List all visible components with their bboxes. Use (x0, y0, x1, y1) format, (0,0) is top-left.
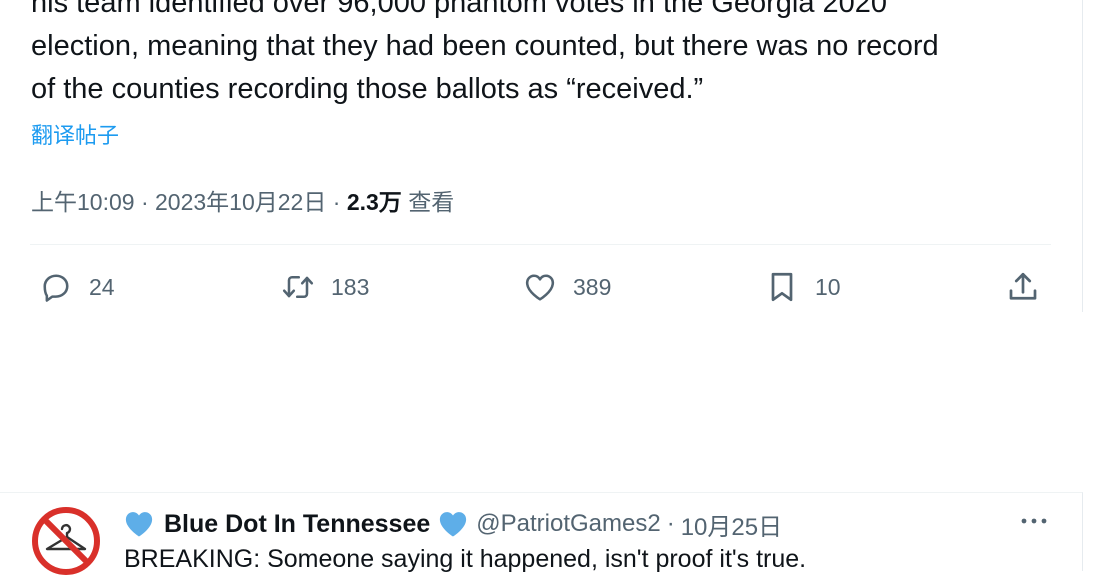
tweet-text-line: election, meaning that they had been cou… (31, 30, 939, 62)
no-hanger-icon[interactable] (30, 505, 102, 577)
reply-tweet-card[interactable]: Blue Dot In Tennessee @PatriotGames2 · 1… (0, 492, 1083, 575)
reply-button[interactable]: 24 (38, 262, 115, 312)
ellipsis-icon[interactable] (1018, 511, 1050, 531)
retweet-arrows-icon (282, 275, 314, 299)
user-handle[interactable]: @PatriotGames2 (476, 510, 660, 538)
tweet-date[interactable]: 2023年10月22日 (155, 189, 326, 215)
tweet-text: his team identified over 96,000 phantom … (31, 0, 1051, 111)
tweet-metadata: 上午10:09 · 2023年10月22日 · 2.3万 查看 (31, 183, 454, 217)
speech-bubble-icon (43, 274, 69, 302)
reply-tweet-header: Blue Dot In Tennessee @PatriotGames2 · 1… (124, 507, 782, 541)
blue-heart-icon (440, 512, 467, 537)
tweet-detail-card: his team identified over 96,000 phantom … (0, 0, 1083, 312)
blue-heart-icon (125, 512, 153, 537)
tweet-date[interactable]: 10月25日 (681, 507, 782, 542)
translate-post-link[interactable]: 翻译帖子 (31, 118, 119, 150)
tweet-text-line: his team identified over 96,000 phantom … (31, 0, 888, 19)
bookmark-count: 10 (815, 273, 841, 300)
like-count: 389 (573, 273, 612, 300)
retweet-button[interactable]: 183 (280, 262, 369, 312)
tweet-text-line: of the counties recording those ballots … (31, 73, 704, 105)
retweet-count: 183 (331, 273, 370, 300)
reply-count: 24 (89, 273, 115, 300)
separator: · (666, 510, 675, 537)
bookmark-icon (771, 272, 793, 302)
separator: · (140, 189, 149, 215)
views-count: 2.3万 (346, 189, 402, 215)
display-name[interactable]: Blue Dot In Tennessee (164, 510, 430, 539)
empty-space (0, 312, 1098, 492)
divider (30, 244, 1051, 245)
views-label: 查看 (408, 189, 455, 215)
heart-outline-icon (525, 274, 555, 301)
separator: · (332, 189, 341, 215)
like-button[interactable]: 389 (522, 262, 611, 312)
share-upload-icon (1009, 272, 1037, 300)
tweet-action-bar: 24 183 389 10 (0, 262, 1082, 312)
bookmark-button[interactable]: 10 (764, 262, 841, 312)
share-button[interactable] (1005, 262, 1041, 312)
tweet-time[interactable]: 上午10:09 (31, 189, 135, 215)
